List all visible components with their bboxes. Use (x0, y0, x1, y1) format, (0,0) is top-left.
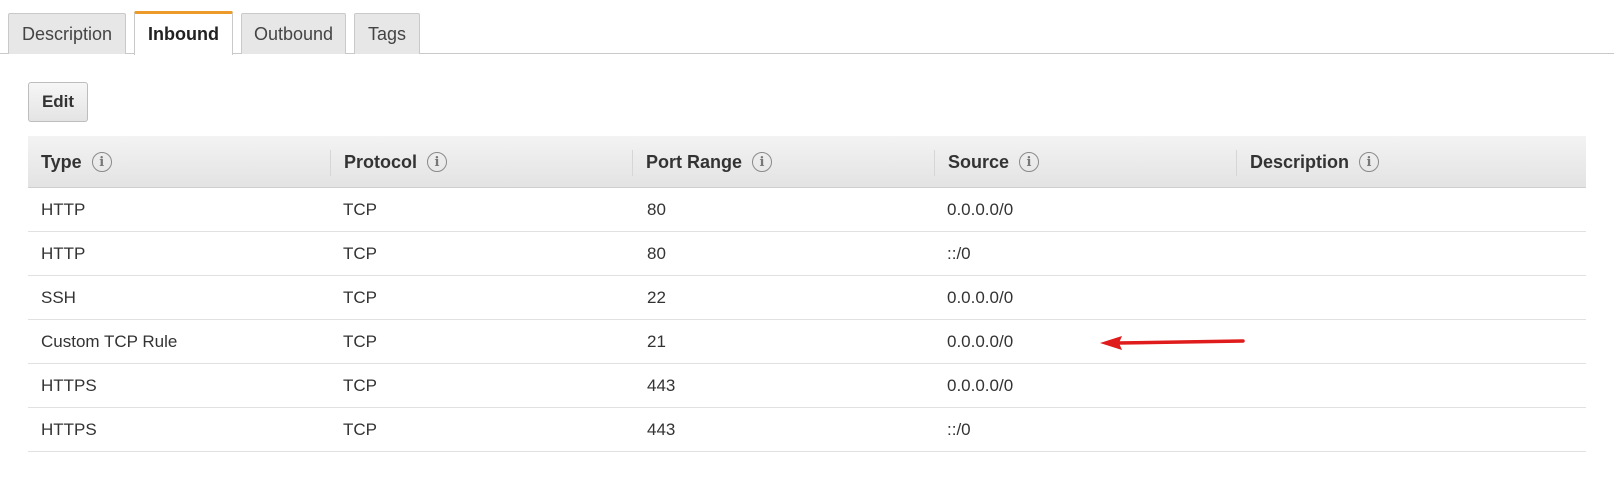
arrow-head (1100, 336, 1122, 350)
cell-protocol: TCP (343, 419, 377, 439)
cell-source: 0.0.0.0/0 (947, 199, 1014, 219)
table-row[interactable]: HTTP TCP 80 ::/0 (28, 232, 1586, 276)
cell-source: ::/0 (947, 419, 971, 439)
cell-source: 0.0.0.0/0 (947, 331, 1014, 351)
cell-description (1236, 232, 1249, 275)
table-row[interactable]: Custom TCP Rule TCP 21 0.0.0.0/0 (28, 320, 1586, 364)
cell-port-range: 443 (647, 419, 676, 439)
cell-type: HTTPS (41, 419, 97, 439)
cell-port-range: 443 (647, 375, 676, 395)
column-header-label: Description (1250, 151, 1350, 172)
column-header-label: Type (41, 151, 82, 172)
column-header-label: Protocol (344, 151, 418, 172)
info-icon[interactable]: i (752, 152, 773, 172)
table-row[interactable]: SSH TCP 22 0.0.0.0/0 (28, 276, 1586, 320)
cell-source: ::/0 (947, 243, 971, 263)
cell-type: HTTPS (41, 375, 97, 395)
cell-type: HTTP (41, 243, 86, 263)
cell-port-range: 21 (647, 331, 666, 351)
column-header-label: Source (948, 151, 1010, 172)
cell-port-range: 80 (647, 243, 666, 263)
column-header-type[interactable]: Type i (28, 136, 331, 188)
table-row[interactable]: HTTPS TCP 443 0.0.0.0/0 (28, 364, 1586, 408)
cell-protocol: TCP (343, 287, 377, 307)
column-header-port-range[interactable]: Port Range i (633, 136, 935, 188)
cell-type: HTTP (41, 199, 86, 219)
inbound-rules-table: Type i Protocol i Port Range i Source i … (28, 136, 1586, 452)
tab-description[interactable]: Description (8, 13, 126, 54)
info-icon[interactable]: i (91, 152, 112, 172)
table-row[interactable]: HTTP TCP 80 0.0.0.0/0 (28, 188, 1586, 232)
cell-protocol: TCP (343, 331, 377, 351)
tab-inbound[interactable]: Inbound (134, 11, 233, 55)
arrow-shaft (1116, 339, 1245, 345)
cell-source: 0.0.0.0/0 (947, 287, 1014, 307)
tab-tags[interactable]: Tags (354, 13, 420, 54)
cell-protocol: TCP (343, 243, 377, 263)
cell-source: 0.0.0.0/0 (947, 375, 1014, 395)
edit-button[interactable]: Edit (28, 82, 88, 122)
cell-description (1236, 364, 1249, 407)
cell-description (1236, 276, 1249, 319)
cell-type: Custom TCP Rule (41, 331, 178, 351)
cell-description (1236, 188, 1249, 231)
column-header-label: Port Range (646, 151, 743, 172)
tab-outbound[interactable]: Outbound (241, 13, 346, 54)
tab-bar: Description Inbound Outbound Tags (0, 0, 1614, 55)
table-header: Type i Protocol i Port Range i Source i … (28, 136, 1586, 188)
column-header-protocol[interactable]: Protocol i (331, 136, 633, 188)
cell-port-range: 22 (647, 287, 666, 307)
cell-description (1236, 408, 1249, 451)
cell-protocol: TCP (343, 375, 377, 395)
info-icon[interactable]: i (1359, 152, 1380, 172)
cell-type: SSH (41, 287, 76, 307)
info-icon[interactable]: i (427, 152, 448, 172)
arrow-left-icon (1100, 336, 1245, 350)
cell-port-range: 80 (647, 199, 666, 219)
column-header-description[interactable]: Description i (1237, 136, 1586, 188)
cell-protocol: TCP (343, 199, 377, 219)
table-row[interactable]: HTTPS TCP 443 ::/0 (28, 408, 1586, 452)
info-icon[interactable]: i (1019, 152, 1040, 172)
column-header-source[interactable]: Source i (935, 136, 1237, 188)
